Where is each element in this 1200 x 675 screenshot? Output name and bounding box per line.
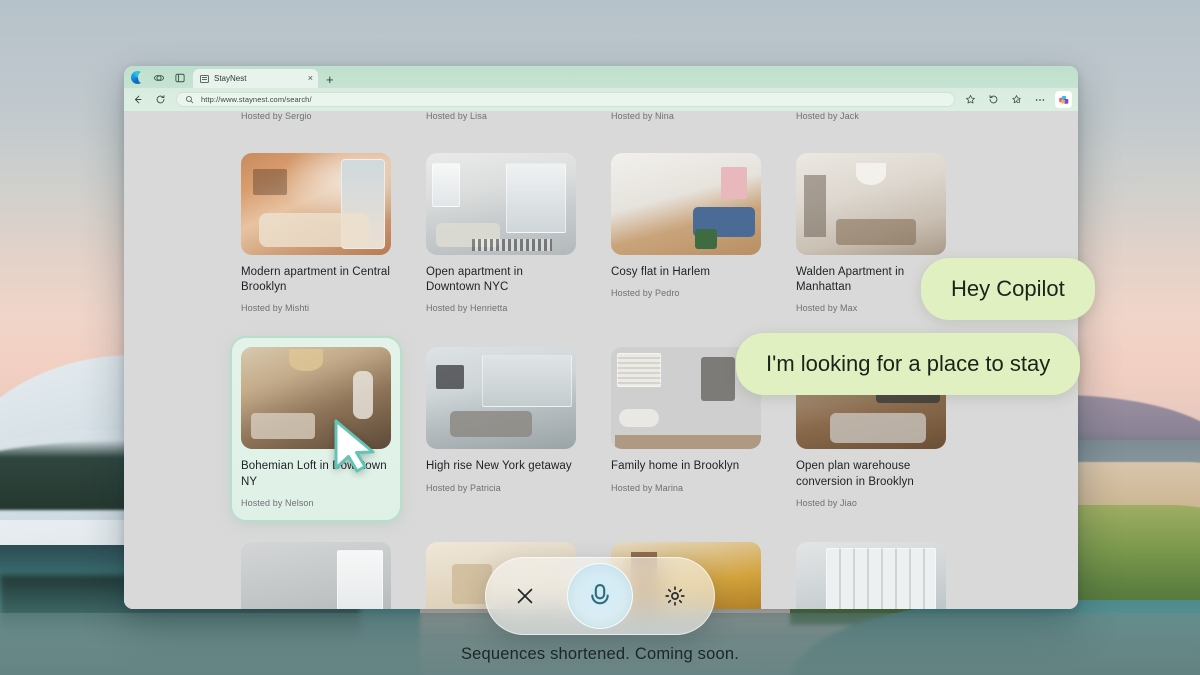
mouse-cursor-icon: [334, 419, 375, 473]
tab-favicon: [200, 74, 209, 83]
listing-thumbnail: [426, 153, 576, 255]
microphone-icon: [591, 583, 609, 605]
listing-host: Hosted by Sergio: [241, 111, 312, 121]
listing-host: Hosted by Nelson: [241, 497, 314, 508]
listing-thumbnail: [241, 541, 391, 609]
tab-close-icon[interactable]: ×: [308, 74, 313, 83]
more-options-icon[interactable]: [1032, 92, 1047, 107]
listing-thumbnail: [796, 541, 946, 609]
tab-actions-icon[interactable]: [170, 68, 189, 87]
listing-card-partial[interactable]: [232, 533, 400, 609]
search-icon: [185, 91, 194, 109]
list-item[interactable]: Hosted by Nina: [602, 111, 770, 121]
listing-title: Modern apartment in Central Brooklyn: [241, 266, 391, 294]
listing-card-partial[interactable]: [787, 533, 955, 609]
copilot-message-bubble-2: I'm looking for a place to stay: [736, 333, 1081, 395]
collections-icon[interactable]: [1009, 92, 1024, 107]
listing-thumbnail: [796, 153, 946, 255]
listing-title: Family home in Brooklyn: [611, 460, 740, 473]
address-bar[interactable]: http://www.staynest.com/search/: [176, 92, 955, 107]
screen-caption: Sequences shortened. Coming soon.: [460, 645, 740, 663]
listing-card-modern-apartment[interactable]: Modern apartment in Central Brooklyn Hos…: [232, 144, 400, 325]
list-item[interactable]: Hosted by Lisa: [417, 111, 585, 121]
list-item[interactable]: Hosted by Sergio: [232, 111, 400, 121]
microphone-button[interactable]: [567, 563, 633, 629]
close-icon[interactable]: [508, 579, 542, 613]
listing-title: Open apartment in Downtown NYC: [426, 266, 523, 294]
listing-host: Hosted by Lisa: [426, 111, 487, 121]
back-icon[interactable]: [130, 92, 145, 107]
listing-thumbnail: [426, 347, 576, 450]
settings-gear-icon[interactable]: [658, 579, 692, 613]
browser-tab-strip: StayNest × +: [124, 66, 1078, 88]
listing-row-1: Modern apartment in Central Brooklyn Hos…: [232, 144, 970, 325]
copilot-voice-bar: [485, 557, 715, 635]
listing-card-cosy-flat[interactable]: Cosy flat in Harlem Hosted by Pedro: [602, 144, 770, 325]
edge-logo-icon: [128, 68, 147, 87]
listing-card-open-apartment[interactable]: Open apartment in Downtown NYC Hosted by…: [417, 144, 585, 325]
listing-thumbnail: [241, 153, 391, 255]
listing-title: Open plan warehouse conversion in Brookl…: [796, 460, 914, 488]
tab-label: StayNest: [214, 74, 247, 83]
copilot-message-bubble-1: Hey Copilot: [921, 258, 1095, 320]
listing-host: Hosted by Jack: [796, 111, 859, 121]
listing-host: Hosted by Mishti: [241, 303, 310, 314]
listing-host: Hosted by Patricia: [426, 482, 501, 493]
copilot-icon[interactable]: [1055, 91, 1072, 108]
browser-tab-staynest[interactable]: StayNest ×: [193, 69, 318, 88]
listing-card-high-rise[interactable]: High rise New York getaway Hosted by Pat…: [417, 338, 585, 519]
desktop-wallpaper: StayNest × + http://www.staynest.com/sea…: [0, 0, 1200, 675]
list-item[interactable]: Hosted by Jack: [787, 111, 955, 121]
listing-host: Hosted by Marina: [611, 482, 684, 493]
history-icon[interactable]: [986, 92, 1001, 107]
listing-thumbnail: [611, 153, 761, 255]
listing-card-bohemian-loft[interactable]: Bohemian Loft in Downtown NY Hosted by N…: [232, 338, 400, 520]
workspaces-icon[interactable]: [149, 68, 168, 87]
listing-title: Cosy flat in Harlem: [611, 266, 711, 278]
listing-host: Hosted by Henrietta: [426, 303, 508, 314]
listing-title: High rise New York getaway: [426, 460, 572, 473]
listing-host: Hosted by Pedro: [611, 288, 680, 299]
listing-row-partial: Hosted by Sergio Hosted by Lisa Hosted b…: [232, 111, 970, 121]
star-icon[interactable]: [963, 92, 978, 107]
new-tab-icon[interactable]: +: [326, 73, 334, 86]
reload-icon[interactable]: [153, 92, 168, 107]
browser-toolbar: http://www.staynest.com/search/: [124, 88, 1078, 111]
listing-host: Hosted by Jiao: [796, 497, 857, 508]
address-bar-url: http://www.staynest.com/search/: [201, 95, 312, 104]
listing-host: Hosted by Nina: [611, 111, 674, 121]
